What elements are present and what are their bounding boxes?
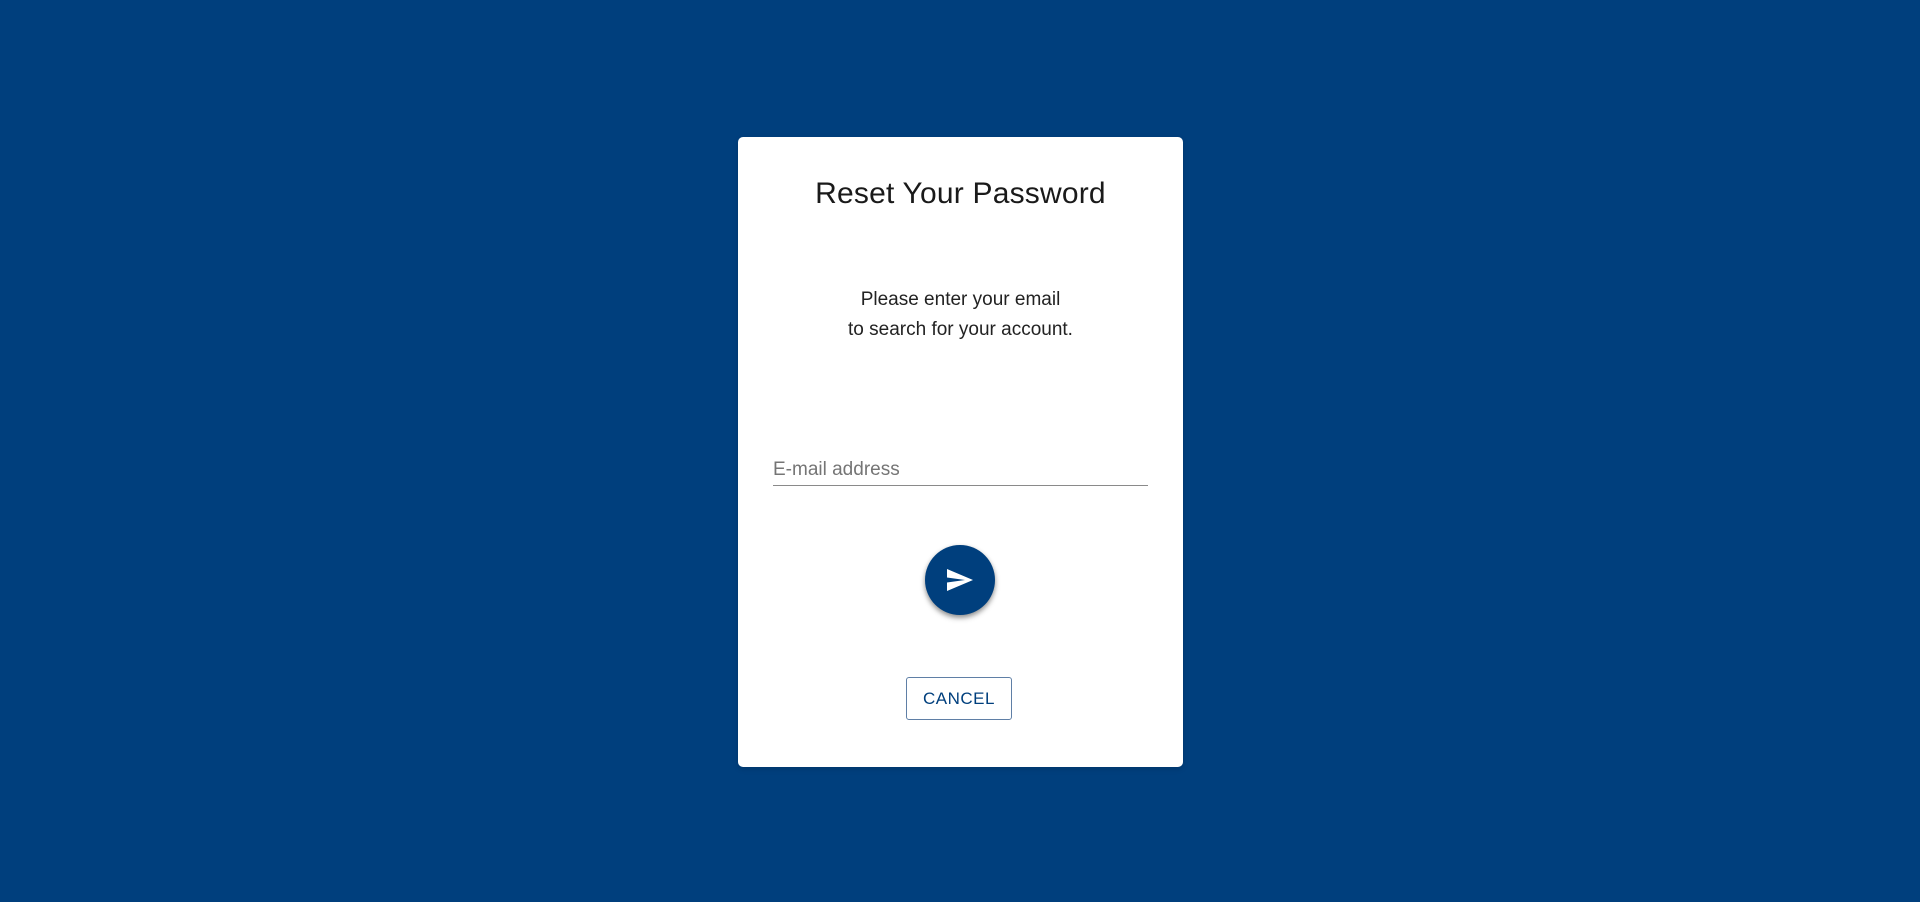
email-field	[773, 447, 1148, 486]
page: Reset Your Password Please enter your em…	[0, 0, 1920, 902]
instructions-line-2: to search for your account.	[848, 319, 1073, 340]
page-title: Reset Your Password	[815, 177, 1106, 210]
instructions-line-1: Please enter your email	[860, 289, 1061, 310]
send-button[interactable]	[925, 545, 995, 615]
email-input[interactable]	[773, 459, 1148, 481]
instructions-text: Please enter your email to search for yo…	[738, 285, 1183, 345]
reset-password-card: Reset Your Password Please enter your em…	[738, 137, 1183, 767]
cancel-button[interactable]: CANCEL	[906, 677, 1012, 720]
send-icon	[947, 569, 973, 591]
